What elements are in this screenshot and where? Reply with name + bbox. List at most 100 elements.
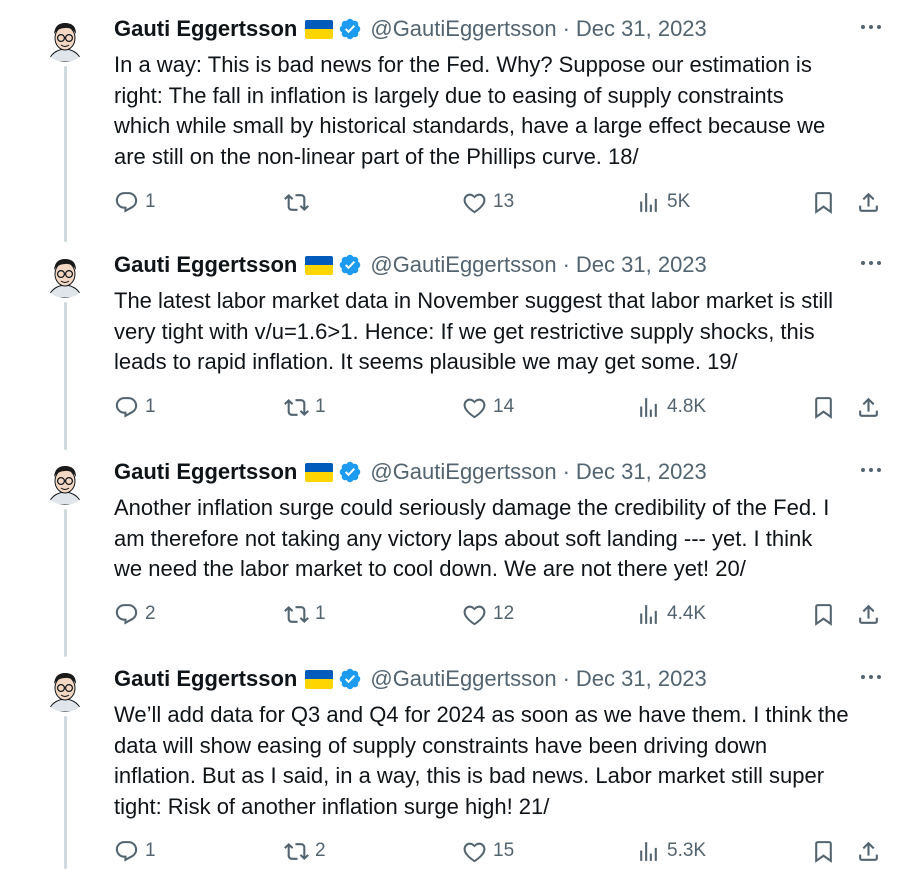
verified-badge-icon[interactable] (338, 17, 362, 41)
tweet-header: Gauti Eggertsson @GautiEggertsson · Dec … (114, 14, 707, 44)
reply-count: 2 (145, 603, 156, 624)
verified-badge-icon[interactable] (338, 667, 362, 691)
like-count: 15 (493, 840, 515, 861)
share-button[interactable] (856, 185, 881, 219)
reply-count: 1 (145, 191, 156, 212)
author-handle[interactable]: @GautiEggertsson (370, 252, 556, 278)
bookmark-button[interactable] (811, 834, 836, 868)
avatar-illustration-icon (47, 23, 83, 62)
views-button[interactable]: 4.8K (636, 390, 706, 424)
share-button[interactable] (856, 597, 881, 631)
views-button[interactable]: 5K (636, 185, 690, 219)
author-handle[interactable]: @GautiEggertsson (370, 666, 556, 692)
more-options-icon[interactable] (858, 666, 884, 688)
bookmark-button[interactable] (811, 185, 836, 219)
heart-icon (463, 193, 486, 213)
share-button[interactable] (856, 834, 881, 868)
reply-icon (115, 191, 138, 213)
tweet-header: Gauti Eggertsson @GautiEggertsson · Dec … (114, 250, 707, 280)
avatar[interactable] (42, 459, 88, 505)
author-handle[interactable]: @GautiEggertsson (370, 16, 556, 42)
tweet-text-line: am therefore not taking any victory laps… (114, 525, 813, 551)
tweet-text-line: right: The fall in inflation is largely … (114, 82, 784, 108)
avatar-illustration-icon (47, 259, 83, 298)
views-count: 4.4K (667, 603, 707, 624)
more-options-icon[interactable] (858, 459, 884, 481)
like-count: 12 (493, 603, 515, 624)
views-button[interactable]: 5.3K (636, 834, 706, 868)
author-name[interactable]: Gauti Eggertsson (114, 16, 297, 42)
more-options-icon[interactable] (858, 252, 884, 274)
tweet-text: The latest labor market data in November… (114, 286, 889, 378)
share-icon (859, 604, 878, 624)
verified-badge-icon[interactable] (338, 253, 362, 277)
author-name[interactable]: Gauti Eggertsson (114, 459, 297, 485)
reply-count: 1 (145, 396, 156, 417)
like-button[interactable]: 12 (462, 597, 514, 631)
repost-count: 1 (315, 603, 326, 624)
repost-icon (284, 842, 309, 860)
share-button[interactable] (856, 390, 881, 424)
tweet-actions: 1 13 5K (114, 185, 884, 219)
tweet-text-line: tight: Risk of another inflation surge h… (114, 793, 550, 819)
like-button[interactable]: 13 (462, 185, 514, 219)
views-chart-icon (640, 192, 657, 212)
repost-button[interactable]: 2 (284, 834, 326, 868)
heart-icon (463, 605, 486, 625)
tweet-date[interactable]: Dec 31, 2023 (576, 666, 707, 692)
repost-icon (284, 398, 309, 416)
tweet-text: We’ll add data for Q3 and Q4 for 2024 as… (114, 700, 889, 822)
author-name[interactable]: Gauti Eggertsson (114, 666, 297, 692)
tweet-date[interactable]: Dec 31, 2023 (576, 459, 707, 485)
tweet[interactable]: Gauti Eggertsson @GautiEggertsson · Dec … (0, 236, 908, 443)
reply-button[interactable]: 2 (114, 597, 156, 631)
bookmark-icon (815, 840, 832, 863)
heart-icon (463, 842, 486, 862)
share-icon (859, 192, 878, 212)
avatar[interactable] (42, 252, 88, 298)
bookmark-button[interactable] (811, 390, 836, 424)
tweet-text-line: Another inflation surge could seriously … (114, 495, 830, 520)
share-icon (859, 841, 878, 861)
bookmark-icon (815, 603, 832, 626)
tweet-date[interactable]: Dec 31, 2023 (576, 252, 707, 278)
repost-button[interactable]: 1 (284, 597, 326, 631)
tweet-text: In a way: This is bad news for the Fed. … (114, 50, 889, 172)
tweet-text-line: are still on the non-linear part of the … (114, 143, 639, 169)
avatar[interactable] (42, 16, 88, 62)
repost-icon (284, 193, 309, 211)
tweet-actions: 1 2 15 5.3K (114, 834, 884, 868)
tweet[interactable]: Gauti Eggertsson @GautiEggertsson · Dec … (0, 0, 908, 236)
ukraine-flag-icon (305, 669, 334, 689)
author-handle[interactable]: @GautiEggertsson (370, 459, 556, 485)
share-icon (859, 397, 878, 417)
views-chart-icon (640, 397, 657, 417)
views-chart-icon (640, 841, 657, 861)
tweet-text-line: inflation. But as I said, in a way, this… (114, 763, 825, 788)
reply-button[interactable]: 1 (114, 834, 156, 868)
tweet-text-line: data will show easing of supply constrai… (114, 732, 768, 758)
tweet-header: Gauti Eggertsson @GautiEggertsson · Dec … (114, 664, 707, 694)
avatar-illustration-icon (47, 673, 83, 712)
author-name[interactable]: Gauti Eggertsson (114, 252, 297, 278)
tweet[interactable]: Gauti Eggertsson @GautiEggertsson · Dec … (0, 650, 908, 869)
tweet-text-line: We’ll add data for Q3 and Q4 for 2024 as… (114, 702, 849, 727)
reply-button[interactable]: 1 (114, 390, 156, 424)
reply-button[interactable]: 1 (114, 185, 156, 219)
avatar[interactable] (42, 666, 88, 712)
more-options-icon[interactable] (858, 16, 884, 38)
tweet-text-line: leads to rapid inflation. It seems plaus… (114, 349, 738, 374)
reply-icon (115, 396, 138, 418)
repost-button[interactable]: 1 (284, 390, 326, 424)
tweet-text-line: which while small by historical standard… (114, 113, 826, 138)
like-button[interactable]: 14 (462, 390, 514, 424)
bookmark-button[interactable] (811, 597, 836, 631)
tweet[interactable]: Gauti Eggertsson @GautiEggertsson · Dec … (0, 443, 908, 650)
repost-button[interactable] (284, 185, 315, 219)
verified-badge-icon[interactable] (338, 460, 362, 484)
like-button[interactable]: 15 (462, 834, 514, 868)
repost-count: 1 (315, 396, 326, 417)
views-button[interactable]: 4.4K (636, 597, 706, 631)
ukraine-flag-icon (305, 19, 334, 39)
tweet-date[interactable]: Dec 31, 2023 (576, 16, 707, 42)
